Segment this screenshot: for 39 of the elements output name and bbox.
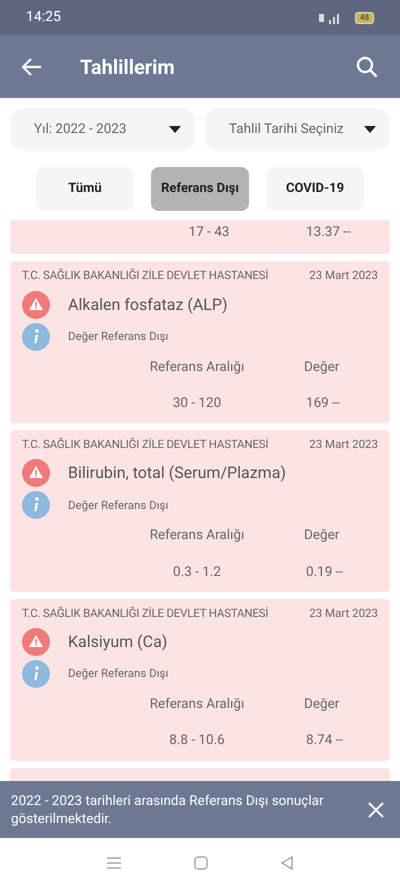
battery-indicator: 48 bbox=[355, 12, 374, 24]
reference-range: 17 - 43 bbox=[188, 223, 230, 242]
result-date: 23 Mart 2023 bbox=[309, 436, 378, 453]
reference-range: 30 - 120 bbox=[172, 394, 222, 413]
hospital-name: T.C. SAĞLIK BAKANLIĞI ZİLE DEVLET HASTANESİ bbox=[22, 604, 268, 622]
reference-range: 0.3 - 1.2 bbox=[172, 562, 222, 582]
screen-title: Tahlillerim bbox=[80, 54, 176, 80]
filter-tab[interactable]: Referans Dışı bbox=[151, 167, 249, 211]
reference-range: 8.8 - 10.6 bbox=[168, 731, 226, 750]
result-card[interactable]: T.C. SAĞLIK BAKANLIĞI ZİLE DEVLET HASTANESİ 23 Mart 2023 Bilirubin, total (Serum/Plazma) Değer Referans Dışı Referans Aralığı Değer 0.3 - 1.2 0.19 -- bbox=[10, 430, 390, 592]
test-name: Alkalen fosfataz (ALP) bbox=[68, 294, 228, 316]
test-name: Bilirubin, total (Serum/Plazma) bbox=[68, 462, 286, 484]
clock: 14:25 bbox=[26, 8, 61, 27]
result-value: 169 -- bbox=[305, 394, 340, 413]
value-label: Değer bbox=[303, 695, 340, 714]
value-label: Değer bbox=[303, 358, 340, 376]
hospital-name: T.C. SAĞLIK BAKANLIĞI ZİLE DEVLET HASTANESİ bbox=[22, 436, 268, 453]
result-value: 0.19 -- bbox=[305, 562, 344, 582]
value-label: Değer bbox=[303, 526, 340, 546]
snackbar-message: 2022 - 2023 tarihleri arasında Referans Dışı sonuçlar gösterilmektedir. bbox=[11, 792, 325, 828]
filter-dropdown[interactable]: Yıl: 2022 - 2023 bbox=[10, 108, 195, 151]
test-name: Kalsiyum (Ca) bbox=[68, 631, 168, 653]
range-label: Referans Aralığı bbox=[148, 358, 246, 376]
filter-tab[interactable]: Tümü bbox=[36, 167, 134, 211]
range-label: Referans Aralığı bbox=[148, 695, 246, 714]
result-date: 23 Mart 2023 bbox=[309, 267, 378, 284]
result-date: 23 Mart 2023 bbox=[309, 604, 378, 622]
result-card[interactable]: 17 - 43 13.37 -- bbox=[10, 220, 390, 254]
filter-dropdown[interactable]: Tahlil Tarihi Seçiniz bbox=[205, 108, 390, 151]
result-card[interactable]: T.C. SAĞLIK BAKANLIĞI ZİLE DEVLET HASTANESİ 23 Mart 2023 Alkalen fosfataz (ALP) Değer Referans Dışı Referans Aralığı Değer 30 - 120 169 -- bbox=[10, 261, 390, 423]
status-text: Değer Referans Dışı bbox=[68, 665, 168, 682]
status-text: Değer Referans Dışı bbox=[68, 496, 168, 514]
result-card[interactable]: T.C. SAĞLIK BAKANLIĞI ZİLE DEVLET HASTANESİ 23 Mart 2023 Kalsiyum (Ca) Değer Referans Dışı Referans Aralığı Değer 8.8 - 10.6 8.74 -- bbox=[10, 598, 390, 760]
result-value: 13.37 -- bbox=[305, 223, 351, 242]
hospital-name: T.C. SAĞLIK BAKANLIĞI ZİLE DEVLET HASTANESİ bbox=[22, 267, 268, 284]
result-value: 8.74 -- bbox=[305, 731, 344, 750]
range-label: Referans Aralığı bbox=[148, 526, 246, 546]
status-text: Değer Referans Dışı bbox=[68, 328, 168, 345]
filter-tab[interactable]: COVID-19 bbox=[266, 167, 364, 211]
